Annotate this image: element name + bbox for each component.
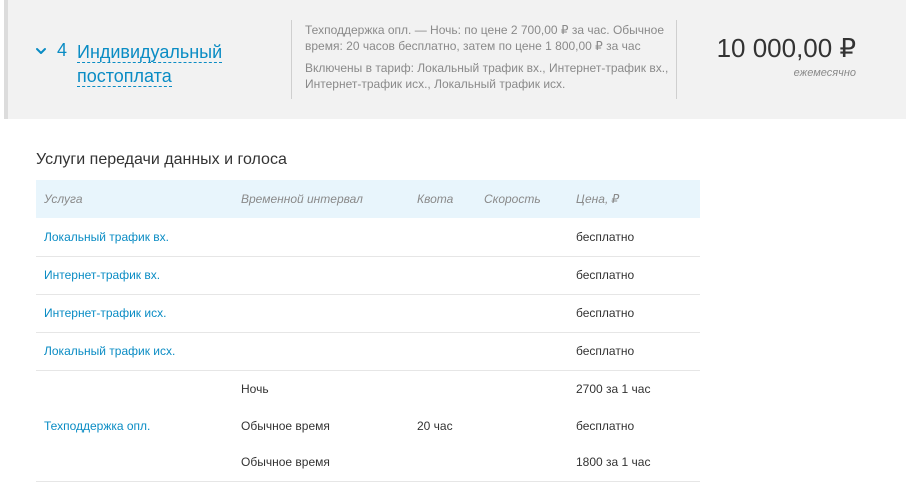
- price-cell: бесплатно: [568, 332, 700, 371]
- speed-cell: [476, 256, 568, 295]
- quota-cell: [409, 294, 476, 333]
- tariff-period: ежемесячно: [793, 67, 856, 79]
- tariff-description-pricing: Техподдержка опл. — Ночь: по цене 2 700,…: [305, 23, 665, 53]
- table-header-row: Услуга Временной интервал Квота Скорость…: [36, 180, 700, 218]
- tariff-price: 10 000,00 ₽: [716, 33, 856, 63]
- column-header-service: Услуга: [44, 192, 83, 206]
- price-cell: бесплатно: [568, 218, 700, 257]
- price-cell: 2700 за 1 час: [576, 381, 651, 396]
- quota-cell: [409, 218, 476, 257]
- speed-cell: [476, 294, 568, 333]
- interval-cell: [233, 294, 409, 333]
- interval-cell: [233, 256, 409, 295]
- quota-cell: [409, 444, 476, 482]
- service-link[interactable]: Локальный трафик вх.: [36, 218, 233, 257]
- interval-cell: Ночь: [241, 381, 269, 396]
- service-link[interactable]: Техподдержка опл.: [36, 370, 233, 482]
- price-cell: бесплатно: [568, 256, 700, 295]
- speed-cell: [476, 370, 568, 407]
- service-link[interactable]: Локальный трафик исх.: [36, 332, 233, 371]
- tariff-number: 4: [57, 40, 68, 60]
- service-link[interactable]: Интернет-трафик исх.: [36, 294, 233, 333]
- section-title: Услуги передачи данных и голоса: [36, 151, 287, 168]
- price-cell: бесплатно: [568, 294, 700, 333]
- interval-cell: [233, 332, 409, 371]
- table-row: Интернет-трафик вх. бесплатно: [36, 256, 700, 295]
- interval-cell: Обычное время: [241, 418, 330, 433]
- price-cell: бесплатно: [576, 418, 635, 433]
- service-link[interactable]: Интернет-трафик вх.: [36, 256, 233, 295]
- services-table: Услуга Временной интервал Квота Скорость…: [36, 180, 700, 482]
- quota-cell: 20 час: [417, 418, 453, 433]
- speed-cell: [476, 444, 568, 482]
- tariff-name-link[interactable]: Индивидуальный постоплата: [77, 40, 257, 88]
- chevron-down-icon[interactable]: [34, 44, 48, 58]
- column-header-quota: Квота: [417, 192, 454, 206]
- header-accent-bar: [4, 0, 8, 119]
- quota-cell: [409, 256, 476, 295]
- quota-cell: [409, 332, 476, 371]
- tariff-name-text: Индивидуальный постоплата: [77, 42, 223, 87]
- speed-cell: [476, 218, 568, 257]
- speed-cell: [476, 332, 568, 371]
- column-header-price: Цена, ₽: [576, 192, 620, 206]
- header-divider: [676, 20, 677, 99]
- header-divider: [291, 20, 292, 99]
- tariff-description-included: Включены в тариф: Локальный трафик вх., …: [305, 61, 669, 91]
- speed-cell: [476, 407, 568, 444]
- quota-cell: [409, 370, 476, 407]
- interval-cell: Обычное время: [233, 444, 409, 482]
- table-row: Техподдержка опл. Ночь 2700 за 1 час: [36, 370, 700, 482]
- table-row: Интернет-трафик исх. бесплатно: [36, 294, 700, 333]
- table-row: Локальный трафик исх. бесплатно: [36, 332, 700, 371]
- tariff-header: 4 Индивидуальный постоплата Техподдержка…: [4, 0, 906, 119]
- column-header-interval: Временной интервал: [241, 192, 363, 206]
- table-row: Локальный трафик вх. бесплатно: [36, 218, 700, 257]
- interval-cell: [233, 218, 409, 257]
- price-cell: 1800 за 1 час: [568, 444, 700, 482]
- column-header-speed: Скорость: [484, 192, 541, 206]
